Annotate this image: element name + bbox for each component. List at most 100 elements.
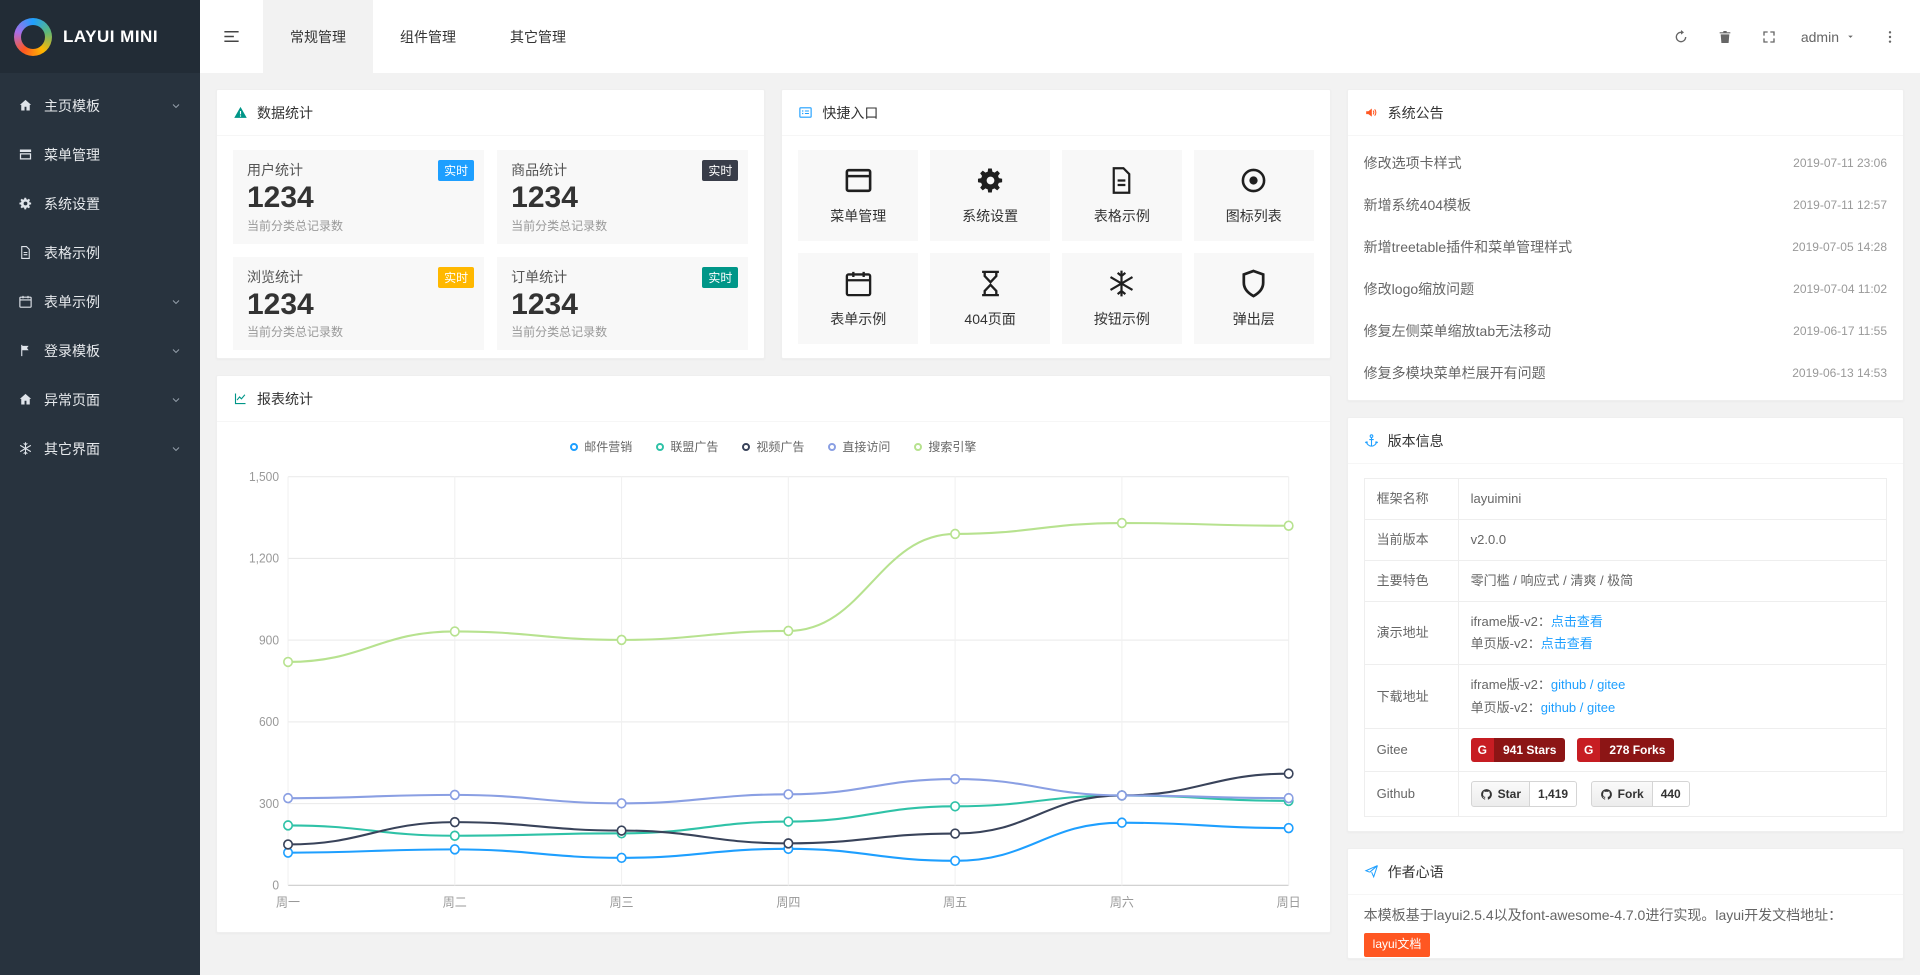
sidebar-item[interactable]: 表单示例 [0,277,200,326]
version-label: Github [1364,772,1458,817]
download-gitee-link[interactable]: gitee [1597,677,1625,692]
caret-down-icon [1845,31,1856,42]
sidebar-item[interactable]: 主页模板 [0,81,200,130]
refresh-icon[interactable] [1673,29,1689,45]
notice-item[interactable]: 修改logo缩放问题 2019-07-04 11:02 [1364,268,1887,310]
quick-entry-item[interactable]: 图标列表 [1194,150,1314,241]
stat-desc: 当前分类总记录数 [511,217,734,234]
sidebar-item[interactable]: 表格示例 [0,228,200,277]
stat-desc: 当前分类总记录数 [247,217,470,234]
sidebar-item[interactable]: 异常页面 [0,375,200,424]
sidebar-item[interactable]: 菜单管理 [0,130,200,179]
panel-title: 版本信息 [1388,431,1444,451]
github-fork-button[interactable]: Fork440 [1591,781,1690,807]
notice-date: 2019-07-11 12:57 [1793,198,1887,212]
collapse-menu-icon[interactable] [222,27,241,46]
stat-desc: 当前分类总记录数 [247,323,470,340]
notice-item[interactable]: 新增treetable插件和菜单管理样式 2019-07-05 14:28 [1364,226,1887,268]
panel-title: 数据统计 [257,103,313,123]
table-row: 当前版本 v2.0.0 [1364,520,1886,561]
legend-marker-icon [742,443,750,451]
tab[interactable]: 常规管理 [263,0,373,73]
legend-marker-icon [570,443,578,451]
list-icon [798,105,813,120]
legend-item[interactable]: 邮件营销 [570,438,632,455]
paper-plane-icon [1364,864,1379,879]
quick-panel-header: 快捷入口 [782,90,1329,136]
quick-entry-item[interactable]: 弹出层 [1194,253,1314,344]
gitee-icon: G [1471,738,1494,762]
quick-entry-item[interactable]: 系统设置 [930,150,1050,241]
sidebar-item[interactable]: 系统设置 [0,179,200,228]
header-toolbar [1673,0,1801,73]
demo-spa-link[interactable]: 点击查看 [1541,636,1593,651]
stat-card: 浏览统计 1234 当前分类总记录数 实时 [233,257,484,351]
sidebar-item-label: 系统设置 [44,194,100,214]
version-body: 框架名称 layuimini 当前版本 v2.0.0 主要特色 零门槛 / 响应… [1348,464,1903,831]
calendar-icon [18,294,33,309]
legend-item[interactable]: 直接访问 [828,438,890,455]
chevron-down-icon [170,394,182,406]
svg-text:周日: 周日 [1277,895,1301,909]
layui-doc-badge[interactable]: layui文档 [1364,933,1431,956]
notice-item[interactable]: 修改选项卡样式 2019-07-11 23:06 [1364,142,1887,184]
download-gitee-link[interactable]: gitee [1587,700,1615,715]
version-label: 主要特色 [1364,561,1458,602]
legend-marker-icon [914,443,922,451]
trash-icon[interactable] [1717,29,1733,45]
tab-bar: 常规管理 组件管理 其它管理 [263,0,593,73]
stat-value: 1234 [247,181,470,216]
quick-entry-item[interactable]: 表格示例 [1062,150,1182,241]
legend-marker-icon [828,443,836,451]
stat-value: 1234 [511,288,734,323]
tab[interactable]: 组件管理 [373,0,483,73]
gitee-forks-badge[interactable]: G278 Forks [1577,738,1674,762]
legend-item[interactable]: 视频广告 [742,438,804,455]
sidebar-item-label: 登录模板 [44,341,100,361]
logo-icon [14,18,52,56]
menu-icon [18,147,33,162]
version-label: 当前版本 [1364,520,1458,561]
tab[interactable]: 其它管理 [483,0,593,73]
legend-item[interactable]: 搜索引擎 [914,438,976,455]
quick-entry-item[interactable]: 表单示例 [798,253,918,344]
sidebar-item[interactable]: 登录模板 [0,326,200,375]
sidebar-item-label: 主页模板 [44,96,100,116]
quick-entry-item[interactable]: 按钮示例 [1062,253,1182,344]
version-value: Star1,419 Fork440 [1458,772,1886,817]
notice-item[interactable]: 修复左侧菜单缩放tab无法移动 2019-06-17 11:55 [1364,310,1887,352]
chevron-down-icon [170,100,182,112]
sidebar-item[interactable]: 其它界面 [0,424,200,473]
notice-text: 新增treetable插件和菜单管理样式 [1364,237,1572,257]
download-github-link[interactable]: github [1551,677,1586,692]
legend-item[interactable]: 联盟广告 [656,438,718,455]
quick-entry-item[interactable]: 菜单管理 [798,150,918,241]
notice-list: 修改选项卡样式 2019-07-11 23:06 新增系统404模板 2019-… [1348,136,1903,400]
gitee-stars-badge[interactable]: G941 Stars [1471,738,1566,762]
svg-text:900: 900 [259,633,279,647]
author-panel-header: 作者心语 [1348,849,1903,895]
sidebar-menu: 主页模板 菜单管理 系统设置 表格示例 [0,73,200,473]
download-github-link[interactable]: github [1541,700,1576,715]
version-value: 零门槛 / 响应式 / 清爽 / 极简 [1458,561,1886,602]
quick-grid: 菜单管理 系统设置 表格示例 [782,136,1329,358]
notice-item[interactable]: 修复多模块菜单栏展开有问题 2019-06-13 14:53 [1364,352,1887,394]
more-icon[interactable] [1882,29,1898,45]
logo[interactable]: LAYUI MINI [0,0,200,73]
version-panel: 版本信息 框架名称 layuimini 当前版本 v2.0.0 [1347,417,1904,832]
bullhorn-icon [1364,105,1379,120]
stat-title: 订单统计 [511,267,734,287]
file-icon [1106,165,1137,196]
quick-entry-item[interactable]: 404页面 [930,253,1050,344]
github-star-button[interactable]: Star1,419 [1471,781,1577,807]
demo-iframe-link[interactable]: 点击查看 [1551,614,1603,629]
notice-date: 2019-06-13 14:53 [1792,366,1887,380]
calendar-icon [843,268,874,299]
status-badge: 实时 [702,160,738,181]
notice-item[interactable]: 新增系统404模板 2019-07-11 12:57 [1364,184,1887,226]
fullscreen-icon[interactable] [1761,29,1777,45]
panel-title: 快捷入口 [822,103,878,123]
user-menu[interactable]: admin [1801,0,1856,73]
version-panel-header: 版本信息 [1348,418,1903,464]
quick-entry-label: 表单示例 [830,309,886,329]
